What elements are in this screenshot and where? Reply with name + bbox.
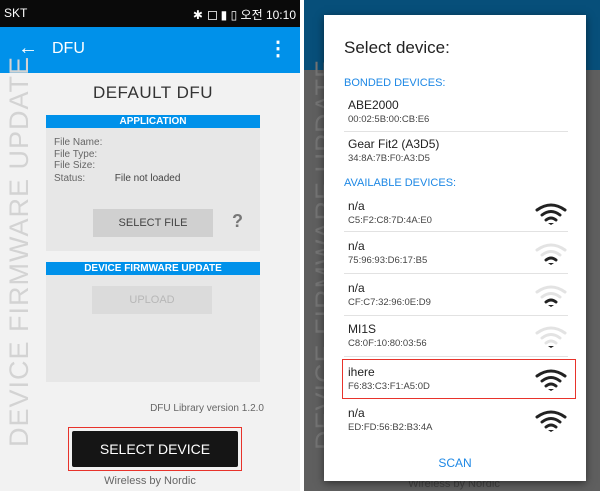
upload-button[interactable]: UPLOAD bbox=[92, 286, 212, 314]
device-picker-screen: DEVICE FIRMWARE UPDATE Wireless by Nordi… bbox=[304, 0, 600, 491]
signal-dot bbox=[548, 263, 554, 265]
device-name: n/a bbox=[348, 239, 365, 253]
file-name-row: File Name: bbox=[54, 137, 112, 149]
dfu-panel: DEVICE FIRMWARE UPDATE UPLOAD bbox=[46, 262, 260, 382]
status-icons: ✱ ▮ ▯ 오전 10:10 bbox=[193, 6, 296, 23]
signal-arc bbox=[540, 292, 562, 299]
page-title: DEFAULT DFU bbox=[92, 83, 214, 102]
signal-dot bbox=[548, 305, 554, 307]
divider bbox=[344, 315, 568, 316]
notification-icon bbox=[208, 11, 218, 20]
status-label: Status: bbox=[54, 173, 86, 184]
file-type-label: File Type: bbox=[54, 148, 98, 160]
signal-arc bbox=[540, 210, 562, 217]
file-size-label: File Size: bbox=[54, 160, 96, 171]
signal-dot bbox=[548, 389, 554, 391]
status-bar: SKT ✱ ▮ ▯ 오전 10:10 bbox=[0, 0, 300, 27]
divider bbox=[344, 231, 568, 232]
divider bbox=[344, 356, 568, 357]
divider bbox=[344, 131, 568, 132]
device-name: n/a bbox=[348, 406, 365, 420]
app-title: DFU bbox=[52, 40, 85, 57]
dialog-title: Select device: bbox=[344, 38, 450, 57]
device-name: ABE2000 bbox=[348, 98, 399, 112]
overflow-menu-icon[interactable]: ⋮ bbox=[268, 36, 288, 61]
device-address: F6:83:C3:F1:A5:0D bbox=[348, 381, 430, 392]
signal-strength-icon bbox=[535, 410, 567, 432]
status-row: Status: File not loaded bbox=[54, 173, 180, 185]
battery-icon: ▯ bbox=[230, 8, 238, 22]
signal-arc bbox=[540, 376, 562, 383]
dfu-screen: SKT ✱ ▮ ▯ 오전 10:10 ← DFU ⋮ DEVICE FIRMWA… bbox=[0, 0, 300, 491]
file-type-row: File Type: bbox=[54, 149, 112, 161]
signal-dot bbox=[548, 346, 554, 348]
device-name: n/a bbox=[348, 281, 365, 295]
device-address: C5:F2:C8:7D:4A:E0 bbox=[348, 215, 432, 226]
select-device-dialog: Select device: BONDED DEVICES: ABE2000 0… bbox=[324, 15, 586, 481]
bonded-devices-label: BONDED DEVICES: bbox=[344, 77, 446, 89]
signal-strength-icon bbox=[535, 203, 567, 225]
signal-arc bbox=[544, 256, 558, 262]
select-file-button[interactable]: SELECT FILE bbox=[93, 209, 213, 237]
device-address: 34:8A:7B:F0:A3:D5 bbox=[348, 153, 430, 164]
application-header: APPLICATION bbox=[46, 115, 260, 128]
signal-strength-icon bbox=[535, 326, 567, 348]
signal-strength-icon bbox=[535, 285, 567, 307]
divider bbox=[344, 273, 568, 274]
signal-strength-icon bbox=[535, 369, 567, 391]
signal-arc bbox=[540, 250, 562, 257]
scan-button[interactable]: SCAN bbox=[324, 456, 586, 470]
signal-arc bbox=[544, 298, 558, 304]
clock: 오전 10:10 bbox=[240, 8, 296, 22]
signal-arc bbox=[535, 410, 567, 419]
signal-arc bbox=[535, 243, 567, 252]
signal-arc bbox=[544, 382, 558, 388]
file-name-label: File Name: bbox=[54, 137, 103, 148]
signal-arc bbox=[535, 203, 567, 212]
device-address: C8:0F:10:80:03:56 bbox=[348, 338, 427, 349]
app-bar: ← DFU ⋮ bbox=[0, 27, 300, 73]
device-address: ED:FD:56:B2:B3:4A bbox=[348, 422, 433, 433]
signal-arc bbox=[535, 285, 567, 294]
available-devices-label: AVAILABLE DEVICES: bbox=[344, 177, 457, 189]
dfu-header: DEVICE FIRMWARE UPDATE bbox=[46, 262, 260, 275]
file-size-row: File Size: bbox=[54, 160, 112, 172]
select-device-button[interactable]: SELECT DEVICE bbox=[72, 431, 238, 467]
device-name: n/a bbox=[348, 199, 365, 213]
device-address: CF:C7:32:96:0E:D9 bbox=[348, 297, 431, 308]
status-value: File not loaded bbox=[114, 173, 181, 184]
signal-arc bbox=[535, 326, 567, 335]
signal-arc bbox=[544, 216, 558, 222]
vertical-watermark: DEVICE FIRMWARE UPDATE bbox=[4, 55, 34, 447]
signal-arc bbox=[544, 339, 558, 345]
carrier-label: SKT bbox=[4, 6, 28, 20]
signal-arc bbox=[535, 369, 567, 378]
signal-arc bbox=[544, 423, 558, 429]
device-name: MI1S bbox=[348, 322, 377, 336]
application-panel: APPLICATION File Name: File Type: File S… bbox=[46, 115, 260, 251]
signal-dot bbox=[548, 430, 554, 432]
signal-arc bbox=[540, 417, 562, 424]
signal-strength-icon bbox=[535, 243, 567, 265]
library-version: DFU Library version 1.2.0 bbox=[150, 403, 264, 414]
bluetooth-icon: ✱ bbox=[192, 8, 203, 22]
help-icon[interactable]: ? bbox=[232, 211, 243, 232]
footer-text: Wireless by Nordic bbox=[104, 475, 196, 487]
device-name: Gear Fit2 (A3D5) bbox=[348, 137, 440, 151]
device-address: 00:02:5B:00:CB:E6 bbox=[348, 114, 430, 125]
device-name: ihere bbox=[348, 365, 375, 379]
signal-icon: ▮ bbox=[220, 8, 228, 22]
signal-dot bbox=[548, 223, 554, 225]
signal-arc bbox=[540, 333, 562, 340]
device-address: 75:96:93:D6:17:B5 bbox=[348, 255, 428, 266]
